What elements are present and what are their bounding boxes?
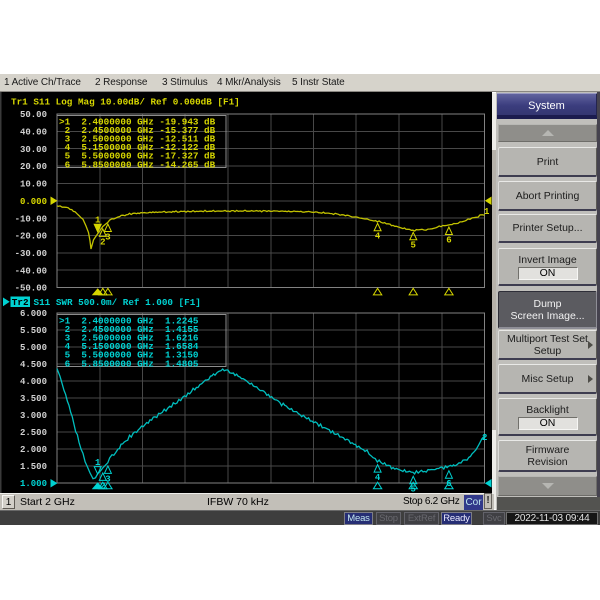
svg-text:1.000: 1.000 xyxy=(20,479,47,489)
svg-text:-50.00: -50.00 xyxy=(15,284,47,294)
svg-text:5.500: 5.500 xyxy=(20,326,47,336)
svg-text:3.000: 3.000 xyxy=(20,411,47,421)
svg-text:1: 1 xyxy=(95,458,101,468)
svg-text:-40.00: -40.00 xyxy=(15,266,47,276)
svg-text:2: 2 xyxy=(482,433,487,443)
svg-text:6 5.8500000 GHz -14.265 dB: 6 5.8500000 GHz -14.265 dB xyxy=(59,159,216,170)
svg-text:-30.00: -30.00 xyxy=(15,249,47,259)
svg-text:Tr2: Tr2 xyxy=(12,297,29,308)
svg-text:5.000: 5.000 xyxy=(20,343,47,353)
svg-text:2.000: 2.000 xyxy=(20,445,47,455)
svg-text:3.500: 3.500 xyxy=(20,394,47,404)
svg-text:5: 5 xyxy=(410,241,415,251)
svg-text:4.500: 4.500 xyxy=(20,360,47,370)
svg-text:2.500: 2.500 xyxy=(20,428,47,438)
svg-text:-10.00: -10.00 xyxy=(15,214,47,224)
svg-text:4: 4 xyxy=(375,473,381,483)
svg-text:1: 1 xyxy=(484,207,490,217)
svg-text:30.00: 30.00 xyxy=(20,145,47,155)
svg-text:6: 6 xyxy=(446,479,451,489)
svg-text:4.000: 4.000 xyxy=(20,377,47,387)
svg-text:S11 SWR 500.0m/ Ref 1.000 [F1]: S11 SWR 500.0m/ Ref 1.000 [F1] xyxy=(34,297,201,308)
svg-text:Tr1 S11 Log Mag 10.00dB/ Ref 0: Tr1 S11 Log Mag 10.00dB/ Ref 0.000dB [F1… xyxy=(11,97,240,108)
svg-text:6 5.8500000 GHz 1.4805: 6 5.8500000 GHz 1.4805 xyxy=(59,358,199,369)
svg-text:40.00: 40.00 xyxy=(20,128,47,138)
svg-text:50.00: 50.00 xyxy=(20,110,47,120)
svg-text:-20.00: -20.00 xyxy=(15,232,47,242)
svg-text:6: 6 xyxy=(446,235,451,245)
svg-text:1: 1 xyxy=(95,216,101,226)
svg-text:6.000: 6.000 xyxy=(20,309,47,319)
svg-text:0.000: 0.000 xyxy=(20,197,47,207)
svg-text:10.00: 10.00 xyxy=(20,180,47,190)
svg-text:1.500: 1.500 xyxy=(20,462,47,472)
svg-text:4: 4 xyxy=(375,232,381,242)
svg-text:20.00: 20.00 xyxy=(20,162,47,172)
svg-text:3: 3 xyxy=(105,232,110,242)
